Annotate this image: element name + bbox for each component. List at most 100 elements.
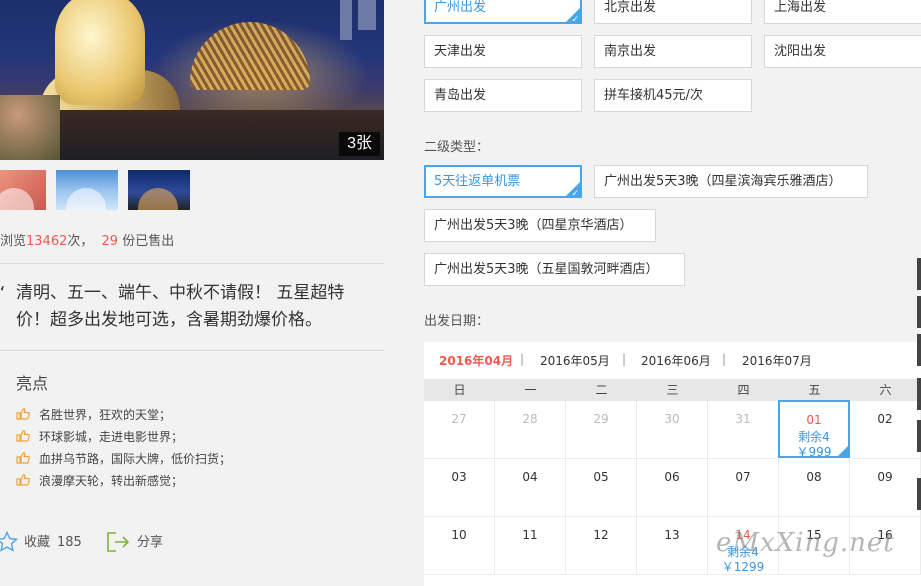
day-number: 09 <box>877 470 893 484</box>
day-price: ￥1299 <box>721 560 765 574</box>
calendar-day[interactable]: 01 剩余4 ￥999 <box>778 400 850 459</box>
calendar-day[interactable]: 10 <box>424 517 495 575</box>
product-gallery-panel: 3张 被浏览13462次， 29 份已售出 “ 清明、五一、端午、中秋不请假！ … <box>0 0 400 586</box>
second-type-option[interactable]: 广州出发5天3晚（五星国敦河畔酒店） <box>424 253 685 286</box>
departure-option[interactable]: 天津出发 <box>424 35 582 68</box>
photo-count-badge: 3张 <box>339 132 380 156</box>
collect-count: 185 <box>57 535 82 550</box>
highlight-item: 环球影城，走进电影世界； <box>16 426 231 448</box>
departure-option[interactable]: 广州出发 <box>424 0 582 26</box>
tab-month[interactable]: 2016年07月 <box>742 352 812 369</box>
photo-people <box>0 95 60 160</box>
calendar-day[interactable]: 03 <box>424 459 495 517</box>
month-separator: | <box>622 352 627 366</box>
tab-month[interactable]: 2016年06月 <box>641 352 711 369</box>
collect-button[interactable]: 收藏 185 <box>0 530 90 556</box>
second-type-option[interactable]: 广州出发5天3晚（四星滨海宾乐雅酒店） <box>594 165 868 198</box>
view-count: 13462 <box>26 234 68 249</box>
thumbs-up-icon <box>16 452 30 464</box>
weekday-label: 六 <box>879 383 892 397</box>
weekday-label: 三 <box>666 383 679 397</box>
calendar-day[interactable]: 08 <box>779 459 850 517</box>
quote-icon: “ <box>0 280 5 307</box>
month-separator: | <box>722 352 727 366</box>
weekday-label: 二 <box>595 383 608 397</box>
highlights-list: 名胜世界，狂欢的天堂； 环球影城，走进电影世界； 血拼乌节路，国际大牌，低价扫货… <box>16 404 231 492</box>
side-tab[interactable] <box>917 258 921 290</box>
divider <box>0 263 384 264</box>
star-icon <box>0 531 18 552</box>
day-number: 04 <box>522 470 538 484</box>
calendar-day: 31 <box>708 401 779 459</box>
day-number: 02 <box>877 412 893 426</box>
day-number: 31 <box>735 412 751 426</box>
calendar-day[interactable]: 12 <box>566 517 637 575</box>
departure-option[interactable]: 青岛出发 <box>424 79 582 112</box>
photo-sculpture <box>55 0 145 105</box>
thumbnail[interactable] <box>56 170 118 210</box>
day-number: 28 <box>522 412 538 426</box>
tab-month[interactable]: 2016年05月 <box>540 352 610 369</box>
month-tabs: 2016年04月 | 2016年05月 | 2016年06月 | 2016年07… <box>424 342 921 378</box>
stats-suffix: 份已售出 <box>122 234 175 249</box>
calendar-day[interactable]: 05 <box>566 459 637 517</box>
view-sales-stats: 被浏览13462次， 29 份已售出 <box>0 230 174 249</box>
photo-tower <box>358 0 376 30</box>
weekday-label: 日 <box>453 383 466 397</box>
day-number: 05 <box>593 470 609 484</box>
watermark: eMxXing.net <box>716 528 895 558</box>
day-number: 08 <box>806 470 822 484</box>
thumbnail[interactable] <box>128 170 190 210</box>
calendar-day[interactable]: 07 <box>708 459 779 517</box>
booking-panel: 广州出发 北京出发 上海出发 天津出发 南京出发 沈阳出发 青岛出发 拼车接机4… <box>400 0 921 586</box>
departure-option[interactable]: 北京出发 <box>594 0 752 24</box>
calendar-day: 29 <box>566 401 637 459</box>
side-tab[interactable] <box>917 420 921 452</box>
photo-tower <box>340 0 352 40</box>
side-tab[interactable] <box>917 296 921 328</box>
main-photo[interactable]: 3张 <box>0 0 384 160</box>
departure-option[interactable]: 沈阳出发 <box>764 35 921 68</box>
calendar-day: 30 <box>637 401 708 459</box>
thumbs-up-icon <box>16 430 30 442</box>
day-number: 29 <box>593 412 609 426</box>
weekday-label: 一 <box>524 383 537 397</box>
calendar-day[interactable]: 13 <box>637 517 708 575</box>
thumbnail[interactable] <box>0 170 46 210</box>
calendar-day[interactable]: 02 <box>850 401 921 459</box>
day-number: 11 <box>522 528 538 542</box>
sold-count: 29 <box>101 234 119 249</box>
divider <box>0 350 384 351</box>
day-number: 30 <box>664 412 680 426</box>
calendar-day[interactable]: 09 <box>850 459 921 517</box>
departure-option[interactable]: 拼车接机45元/次 <box>594 79 752 112</box>
day-number: 01 <box>806 413 822 427</box>
collect-label: 收藏 <box>24 535 51 550</box>
departure-option[interactable]: 上海出发 <box>764 0 921 24</box>
day-number: 06 <box>664 470 680 484</box>
second-type-option[interactable]: 广州出发5天3晚（四星京华酒店） <box>424 209 656 242</box>
weekday-label: 四 <box>737 383 750 397</box>
side-tab[interactable] <box>917 478 921 510</box>
day-number: 13 <box>664 528 680 542</box>
weekday-header: 日 一 二 三 四 五 六 <box>424 379 921 401</box>
month-separator: | <box>520 352 525 366</box>
share-label: 分享 <box>137 535 164 550</box>
side-tab[interactable] <box>917 378 921 410</box>
departure-option[interactable]: 南京出发 <box>594 35 752 68</box>
calendar-day[interactable]: 11 <box>495 517 566 575</box>
share-button[interactable]: 分享 <box>106 530 176 556</box>
highlight-item: 名胜世界，狂欢的天堂； <box>16 404 231 426</box>
calendar-day[interactable]: 04 <box>495 459 566 517</box>
date-label: 出发日期： <box>424 314 490 329</box>
stats-mid: 次， <box>67 234 94 249</box>
tab-month[interactable]: 2016年04月 <box>439 352 513 369</box>
highlight-item: 血拼乌节路，国际大牌，低价扫货； <box>16 448 231 470</box>
promo-text: 清明、五一、端午、中秋不请假！ 五星超特价！超多出发地可选，含暑期劲爆价格。 <box>16 283 345 330</box>
stats-prefix: 被浏览 <box>0 234 27 249</box>
day-number: 27 <box>451 412 467 426</box>
day-number: 12 <box>593 528 609 542</box>
second-type-option[interactable]: 5天往返单机票 <box>424 165 582 200</box>
calendar-day[interactable]: 06 <box>637 459 708 517</box>
side-tab[interactable] <box>917 334 921 366</box>
